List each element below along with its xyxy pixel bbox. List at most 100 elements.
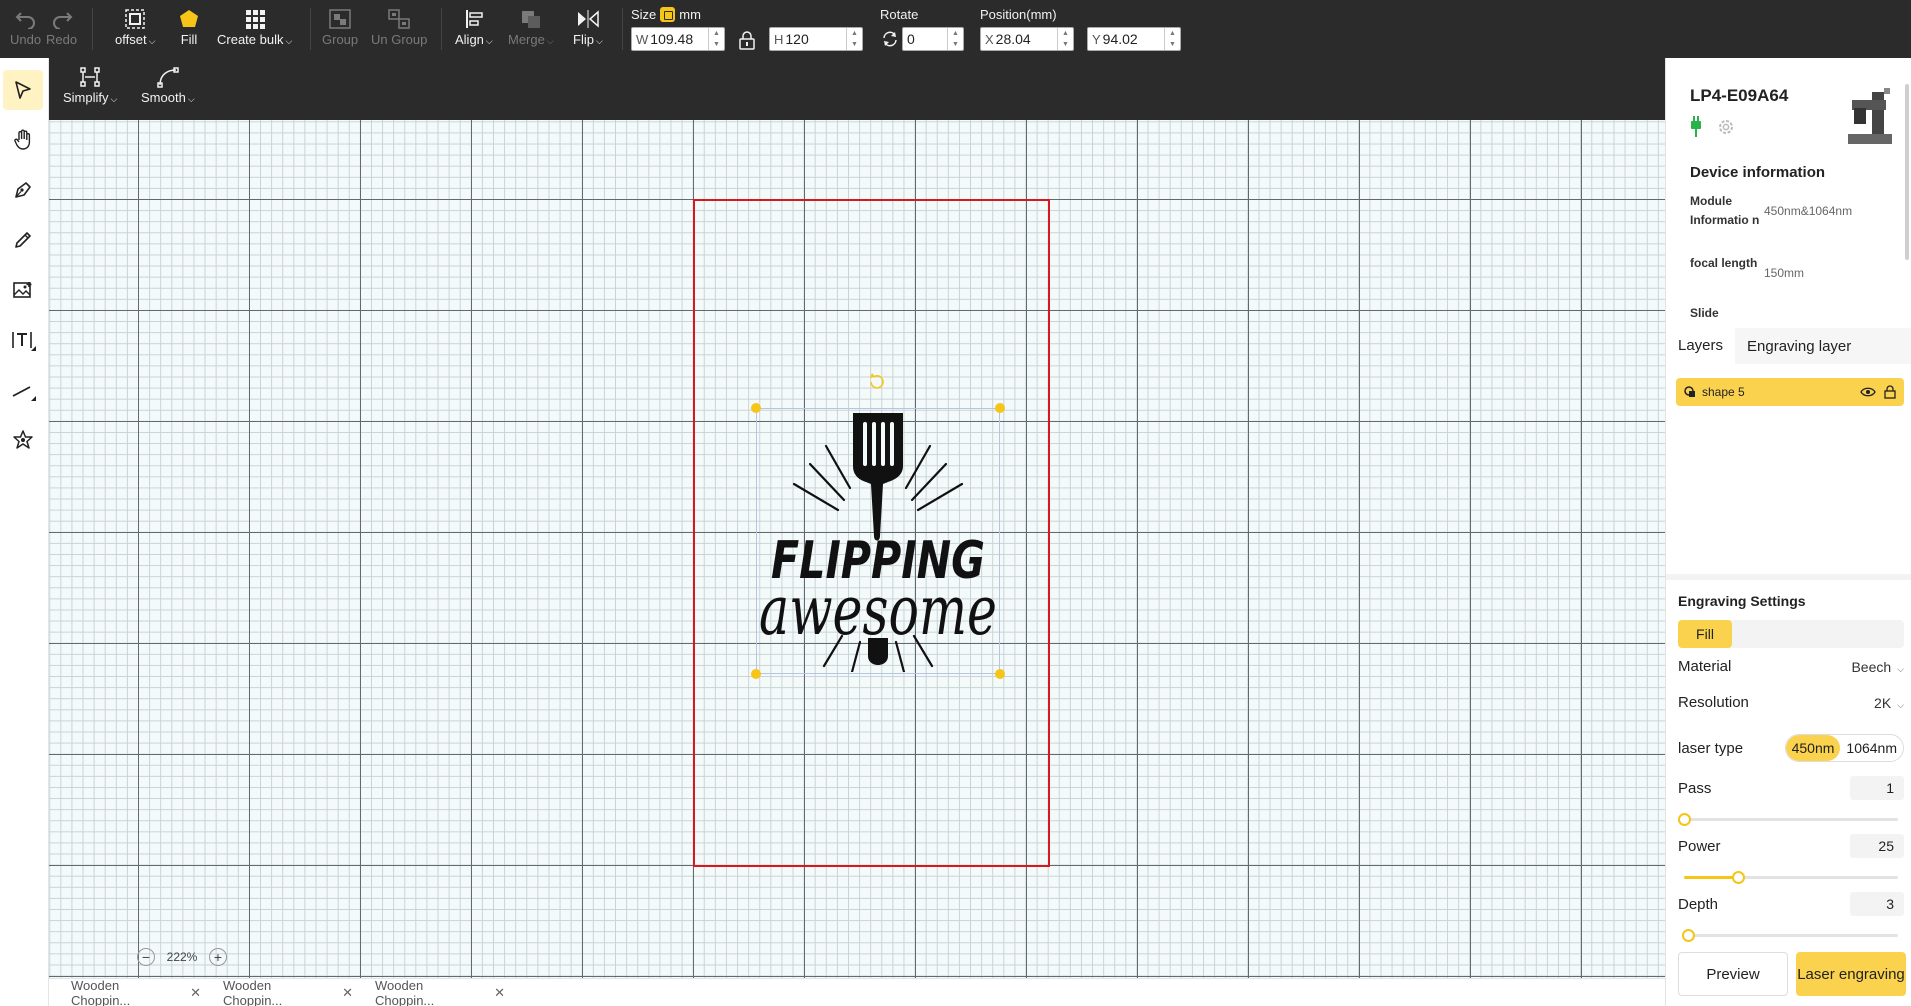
- device-info-row: Slide: [1690, 306, 1719, 320]
- lock-ratio-icon[interactable]: [738, 30, 756, 55]
- device-info-title: Device information: [1690, 164, 1826, 181]
- size-group-label: Size mm: [631, 7, 701, 22]
- rotate-handle-icon[interactable]: [868, 372, 886, 395]
- design-canvas[interactable]: FLIPPING awesome − 222% +: [49, 120, 1665, 978]
- pass-slider[interactable]: [1678, 812, 1898, 826]
- depth-slider[interactable]: [1682, 928, 1898, 942]
- rotate-input[interactable]: 0 ▲ ▼: [902, 27, 964, 51]
- image-tool[interactable]: [3, 270, 43, 310]
- device-info-row: Module Informatio n 450nm&1064nm: [1690, 194, 1853, 227]
- pen-tool[interactable]: [3, 170, 43, 210]
- depth-slider-thumb[interactable]: [1682, 929, 1696, 942]
- file-tab[interactable]: Wooden Choppin... ✕: [353, 978, 505, 1006]
- fill-button[interactable]: Fill: [178, 6, 200, 47]
- mode-fill-tab[interactable]: Fill: [1678, 620, 1732, 648]
- power-slider-thumb[interactable]: [1731, 871, 1745, 884]
- power-input[interactable]: 25: [1850, 834, 1904, 858]
- shape-layer-icon: [1684, 386, 1695, 397]
- toolbar-divider: [622, 8, 623, 50]
- width-input[interactable]: W 109.48 ▲ ▼: [631, 27, 725, 51]
- merge-button[interactable]: Merge ⌵: [508, 6, 554, 47]
- offset-icon: [123, 6, 147, 32]
- create-bulk-button[interactable]: Create bulk ⌵: [217, 6, 292, 47]
- undo-button[interactable]: Undo: [10, 6, 41, 47]
- tab-engraving-layer[interactable]: Engraving layer: [1735, 328, 1863, 364]
- pencil-tool[interactable]: [3, 220, 43, 260]
- file-tab[interactable]: Wooden Choppin... ✕: [201, 978, 353, 1006]
- group-button[interactable]: Group: [322, 6, 358, 47]
- smooth-button[interactable]: Smooth ⌵: [141, 64, 195, 105]
- file-tab[interactable]: Wooden Choppin... ✕: [49, 978, 201, 1006]
- laser-device-icon: [1848, 88, 1892, 144]
- zoom-out-button[interactable]: −: [137, 948, 155, 966]
- toolbar-divider: [92, 8, 93, 50]
- offset-button[interactable]: offset ⌵: [115, 6, 155, 47]
- text-icon: [12, 332, 36, 351]
- position-label: Position(mm): [980, 7, 1057, 22]
- zoom-in-button[interactable]: +: [208, 948, 227, 966]
- hand-tool[interactable]: [3, 120, 43, 160]
- layer-tabs: Layers Engraving layer: [1666, 328, 1911, 364]
- depth-input[interactable]: 3: [1850, 892, 1904, 916]
- simplify-button[interactable]: Simplify ⌵: [63, 64, 117, 105]
- close-tab-icon[interactable]: ✕: [342, 985, 353, 1001]
- pass-slider-thumb[interactable]: [1678, 813, 1691, 826]
- fill-pentagon-icon: [178, 6, 200, 32]
- select-icon: [15, 81, 31, 99]
- rotate-stepper[interactable]: ▲ ▼: [947, 28, 963, 50]
- pass-input[interactable]: 1: [1850, 776, 1904, 800]
- text-tool[interactable]: [3, 320, 43, 360]
- width-stepper[interactable]: ▲ ▼: [708, 28, 724, 50]
- rotate-label: Rotate: [880, 7, 919, 22]
- power-slider[interactable]: [1684, 870, 1898, 884]
- laser-type-row: laser type 450nm 1064nm: [1678, 730, 1904, 766]
- layer-item[interactable]: shape 5: [1676, 378, 1904, 406]
- y-stepper[interactable]: ▲ ▼: [1164, 28, 1180, 50]
- ungroup-button[interactable]: Un Group: [371, 6, 427, 47]
- left-toolbar: [0, 58, 49, 1006]
- depth-row: Depth 3: [1678, 892, 1904, 916]
- lock-icon[interactable]: [1884, 385, 1896, 399]
- connected-plug-icon: [1691, 116, 1701, 137]
- laser-1064nm-option[interactable]: 1064nm: [1840, 735, 1903, 761]
- x-position-input[interactable]: X 28.04 ▲ ▼: [980, 27, 1074, 51]
- align-button[interactable]: Align ⌵: [455, 6, 493, 47]
- x-stepper[interactable]: ▲ ▼: [1057, 28, 1073, 50]
- flipping-awesome-artwork[interactable]: FLIPPING awesome: [754, 410, 1002, 672]
- zoom-control: − 222% +: [137, 943, 227, 971]
- shape-tool[interactable]: [3, 420, 43, 460]
- rotate-icon: [882, 31, 898, 52]
- ungroup-icon: [387, 6, 411, 32]
- resolution-select[interactable]: 2K ⌵: [1874, 695, 1904, 711]
- material-select[interactable]: Beech ⌵: [1851, 659, 1904, 675]
- line-tool[interactable]: [3, 370, 43, 410]
- height-input[interactable]: H 120 ▲ ▼: [769, 27, 863, 51]
- settings-gear-icon[interactable]: [1716, 117, 1736, 137]
- chevron-down-icon: ⌵: [1897, 699, 1904, 710]
- laser-450nm-option[interactable]: 450nm: [1785, 735, 1841, 761]
- tab-layers[interactable]: Layers: [1666, 328, 1736, 364]
- device-name[interactable]: LP4-E09A64: [1690, 86, 1788, 106]
- y-position-input[interactable]: Y 94.02 ▲ ▼: [1087, 27, 1181, 51]
- smooth-curve-icon: [156, 64, 180, 90]
- toolbar-divider: [441, 8, 442, 50]
- visibility-eye-icon[interactable]: [1860, 386, 1876, 398]
- close-tab-icon[interactable]: ✕: [494, 985, 505, 1001]
- laser-engraving-button[interactable]: Laser engraving: [1796, 952, 1906, 996]
- spatula-tip: [868, 638, 888, 665]
- preview-button[interactable]: Preview: [1678, 952, 1788, 996]
- image-icon: [13, 282, 32, 298]
- right-panel: LP4-E09A64 Device information Module Inf…: [1665, 58, 1911, 1006]
- height-stepper[interactable]: ▲ ▼: [846, 28, 862, 50]
- chevron-down-icon: ⌵: [1897, 663, 1904, 674]
- pencil-icon: [15, 232, 31, 248]
- unit-toggle-icon[interactable]: [660, 7, 676, 22]
- engraving-mode-tabs: Fill: [1678, 620, 1904, 648]
- close-tab-icon[interactable]: ✕: [190, 985, 201, 1001]
- device-info-scrollbar[interactable]: [1905, 84, 1909, 260]
- simplify-icon: [79, 64, 101, 90]
- shape-star-icon: [13, 430, 33, 449]
- flip-button[interactable]: Flip ⌵: [573, 6, 603, 47]
- redo-button[interactable]: Redo: [46, 6, 77, 47]
- select-tool[interactable]: [3, 70, 43, 110]
